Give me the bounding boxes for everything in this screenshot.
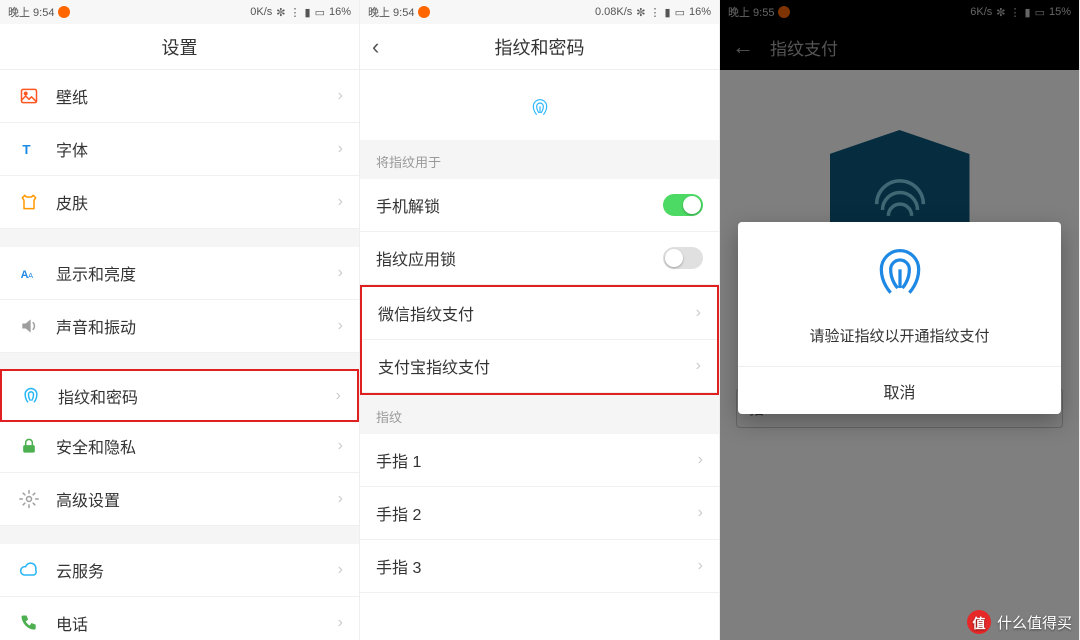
finger-item[interactable]: 手指 1 › <box>360 434 719 487</box>
bluetooth-icon: ✼ <box>276 6 285 19</box>
item-label: 指纹和密码 <box>58 384 138 408</box>
item-label: 手机解锁 <box>376 193 440 217</box>
toggle-item[interactable]: 手机解锁 <box>360 179 719 232</box>
battery-icon: ▭ <box>675 6 685 19</box>
wifi-icon: ⋮ <box>650 6 661 19</box>
chevron-right-icon: › <box>336 387 341 405</box>
status-bar: 晚上 9:54 0K/s ✼ ⋮ ▮ ▭ 16% <box>0 0 359 24</box>
fingerprint-icon <box>530 98 550 118</box>
font-icon: T <box>19 139 39 159</box>
fingerprint-icon <box>21 386 41 406</box>
chevron-right-icon: › <box>696 357 701 375</box>
item-label: 皮肤 <box>56 190 88 214</box>
chevron-right-icon: › <box>338 490 343 508</box>
status-network: 0K/s <box>250 6 272 18</box>
item-label: 安全和隐私 <box>56 434 136 458</box>
chevron-right-icon: › <box>338 140 343 158</box>
settings-item-fingerprint[interactable]: 指纹和密码 › <box>0 369 359 422</box>
chevron-right-icon: › <box>698 451 703 469</box>
wifi-icon: ⋮ <box>290 6 301 19</box>
gear-icon <box>19 489 39 509</box>
fingerprint-icon <box>872 246 928 302</box>
skin-icon <box>19 192 39 212</box>
status-time: 晚上 9:54 <box>368 4 414 20</box>
item-label: 显示和亮度 <box>56 261 136 285</box>
chevron-right-icon: › <box>338 614 343 632</box>
signal-icon: ▮ <box>305 6 311 19</box>
sound-icon <box>19 316 39 336</box>
item-label: 支付宝指纹支付 <box>378 354 490 378</box>
status-battery: 16% <box>329 6 351 18</box>
settings-item-gear[interactable]: 高级设置 › <box>0 473 359 526</box>
settings-item-sound[interactable]: 声音和振动 › <box>0 300 359 353</box>
status-time: 晚上 9:54 <box>8 4 54 20</box>
fingerprint-hero <box>360 70 719 140</box>
svg-text:A: A <box>28 271 33 280</box>
page-title: 指纹和密码 <box>495 34 585 60</box>
settings-item-cloud[interactable]: 云服务 › <box>0 544 359 597</box>
verify-modal: 请验证指纹以开通指纹支付 取消 <box>738 222 1061 414</box>
watermark-text: 什么值得买 <box>997 612 1072 633</box>
chevron-right-icon: › <box>338 87 343 105</box>
cancel-button[interactable]: 取消 <box>738 366 1061 414</box>
finger-item[interactable]: 手指 3 › <box>360 540 719 593</box>
notification-dot-icon <box>418 6 430 18</box>
chevron-right-icon: › <box>338 264 343 282</box>
signal-icon: ▮ <box>665 6 671 19</box>
settings-item-font[interactable]: T 字体 › <box>0 123 359 176</box>
settings-item-wallpaper[interactable]: 壁纸 › <box>0 70 359 123</box>
toggle-switch[interactable] <box>663 194 703 216</box>
payment-item[interactable]: 支付宝指纹支付 › <box>362 340 717 393</box>
toggle-switch[interactable] <box>663 247 703 269</box>
item-label: 字体 <box>56 137 88 161</box>
watermark-badge: 值 <box>967 610 991 634</box>
page-title: 设置 <box>0 24 359 70</box>
payment-item[interactable]: 微信指纹支付 › <box>362 287 717 340</box>
lock-icon <box>19 436 39 456</box>
panel-settings: 晚上 9:54 0K/s ✼ ⋮ ▮ ▭ 16% 设置 壁纸›T字体›皮肤›AA… <box>0 0 360 640</box>
item-label: 电话 <box>56 611 88 635</box>
chevron-right-icon: › <box>338 561 343 579</box>
settings-item-lock[interactable]: 安全和隐私 › <box>0 420 359 473</box>
chevron-right-icon: › <box>338 193 343 211</box>
chevron-right-icon: › <box>696 304 701 322</box>
toggle-item[interactable]: 指纹应用锁 <box>360 232 719 285</box>
finger-item[interactable]: 手指 2 › <box>360 487 719 540</box>
section-header-use-for: 将指纹用于 <box>360 140 719 179</box>
cloud-icon <box>19 560 39 580</box>
chevron-right-icon: › <box>338 437 343 455</box>
status-network: 0.08K/s <box>595 6 632 18</box>
settings-item-phone[interactable]: 电话 › <box>0 597 359 640</box>
chevron-right-icon: › <box>698 557 703 575</box>
notification-dot-icon <box>58 6 70 18</box>
chevron-right-icon: › <box>698 504 703 522</box>
bluetooth-icon: ✼ <box>636 6 645 19</box>
panel-fingerprint-password: 晚上 9:54 0.08K/s ✼ ⋮ ▮ ▭ 16% ‹ 指纹和密码 将指纹用 <box>360 0 720 640</box>
settings-item-brightness[interactable]: AA 显示和亮度 › <box>0 247 359 300</box>
item-label: 云服务 <box>56 558 104 582</box>
item-label: 手指 1 <box>376 448 421 472</box>
panel-fingerprint-payment: 晚上 9:55 6K/s ✼ ⋮ ▮ ▭ 15% ← 指纹支付 <box>720 0 1080 640</box>
watermark: 值 什么值得买 <box>967 610 1072 634</box>
modal-text: 请验证指纹以开通指纹支付 <box>738 325 1061 346</box>
phone-icon <box>19 613 39 633</box>
wallpaper-icon <box>19 86 39 106</box>
chevron-right-icon: › <box>338 317 343 335</box>
item-label: 手指 3 <box>376 554 421 578</box>
item-label: 微信指纹支付 <box>378 301 474 325</box>
status-bar: 晚上 9:54 0.08K/s ✼ ⋮ ▮ ▭ 16% <box>360 0 719 24</box>
item-label: 手指 2 <box>376 501 421 525</box>
battery-icon: ▭ <box>315 6 325 19</box>
brightness-icon: AA <box>19 263 39 283</box>
page-header: ‹ 指纹和密码 <box>360 24 719 70</box>
item-label: 声音和振动 <box>56 314 136 338</box>
item-label: 高级设置 <box>56 487 120 511</box>
svg-text:T: T <box>22 142 30 157</box>
status-battery: 16% <box>689 6 711 18</box>
item-label: 指纹应用锁 <box>376 246 456 270</box>
back-button[interactable]: ‹ <box>372 34 379 60</box>
item-label: 壁纸 <box>56 84 88 108</box>
settings-item-skin[interactable]: 皮肤 › <box>0 176 359 229</box>
section-header-fingerprints: 指纹 <box>360 395 719 434</box>
